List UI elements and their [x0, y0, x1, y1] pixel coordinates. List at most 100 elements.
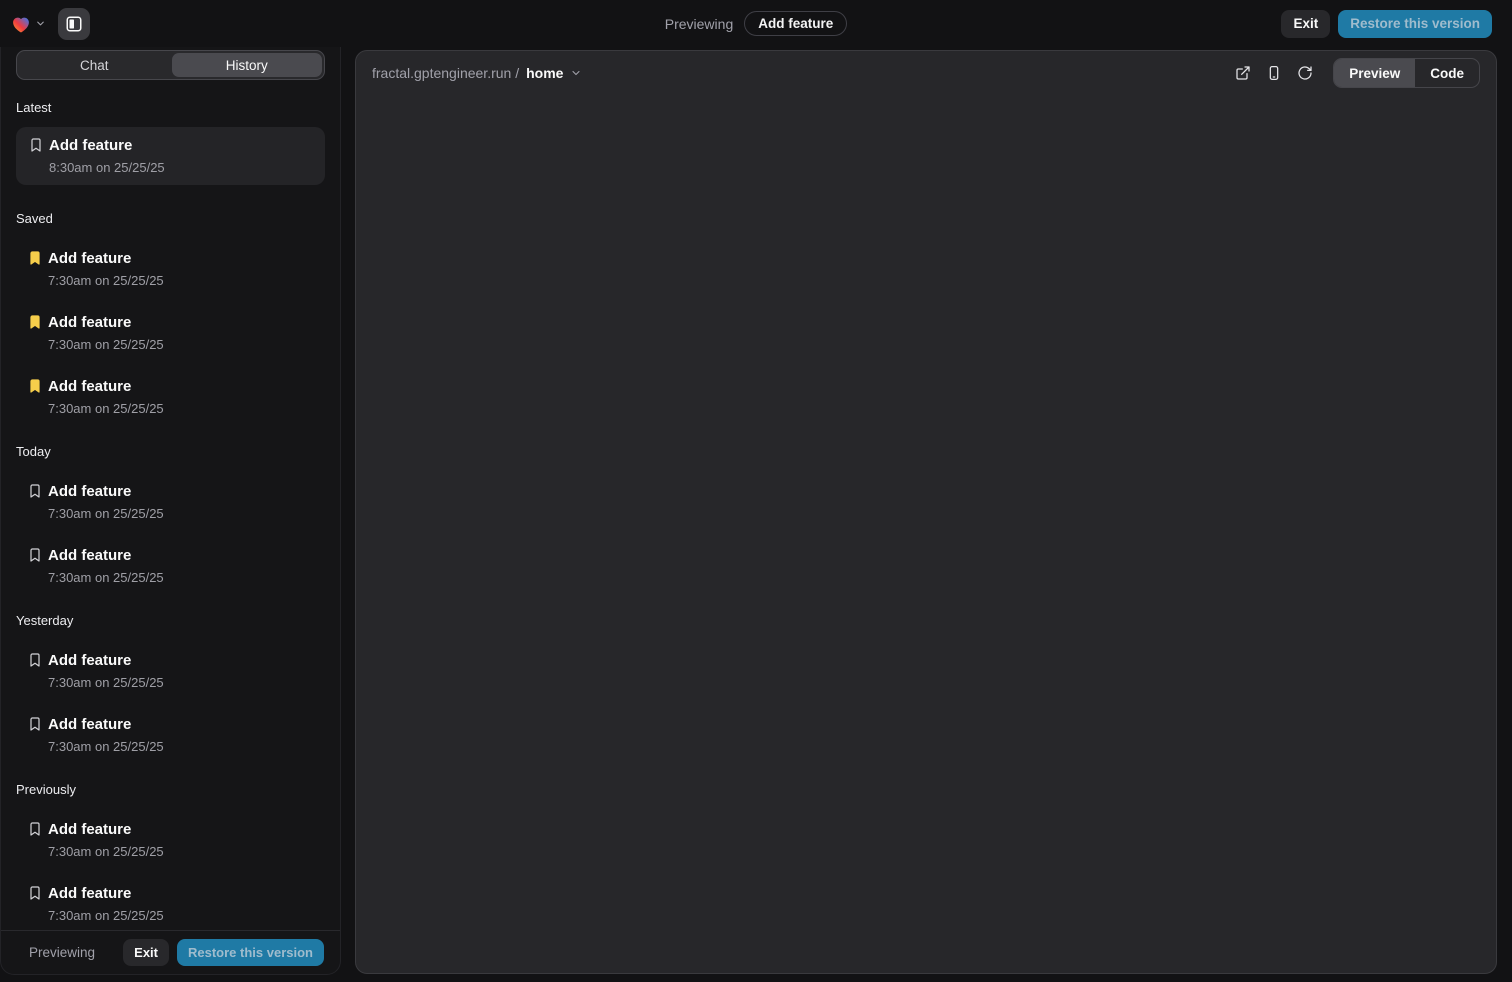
version-title: Add feature [48, 376, 164, 397]
external-link-icon [1235, 65, 1251, 81]
chevron-down-icon [570, 67, 582, 79]
version-timestamp: 7:30am on 25/25/25 [48, 272, 164, 290]
footer-restore-version-button[interactable]: Restore this version [177, 939, 324, 966]
version-timestamp: 7:30am on 25/25/25 [48, 738, 164, 756]
bookmark-icon [27, 652, 43, 668]
version-item[interactable]: Add feature 8:30am on 25/25/25 [16, 127, 325, 185]
history-section: Today Add feature 7:30am on 25/25/25 Add… [16, 444, 325, 587]
footer-previewing-label: Previewing [29, 945, 95, 960]
toggle-sidebar-button[interactable] [58, 8, 90, 40]
history-section: Latest Add feature 8:30am on 25/25/25 [16, 100, 325, 185]
panel-left-icon [65, 15, 83, 33]
version-item-text: Add feature 7:30am on 25/25/25 [48, 714, 164, 756]
bookmark-icon [27, 716, 43, 732]
version-history-list: Latest Add feature 8:30am on 25/25/25 Sa… [1, 80, 340, 930]
version-item[interactable]: Add feature 7:30am on 25/25/25 [16, 312, 325, 354]
history-section-items: Add feature 7:30am on 25/25/25 Add featu… [16, 819, 325, 925]
url-page: home [526, 65, 563, 81]
bookmark-icon [27, 378, 43, 394]
version-title: Add feature [49, 135, 165, 156]
version-item-text: Add feature 7:30am on 25/25/25 [48, 376, 164, 418]
history-section: Saved Add feature 7:30am on 25/25/25 Add… [16, 211, 325, 418]
version-item-text: Add feature 7:30am on 25/25/25 [48, 545, 164, 587]
url-domain: fractal.gptengineer.run / [372, 65, 519, 81]
previewing-label: Previewing [665, 16, 733, 32]
top-bar: Previewing Add feature Exit Restore this… [0, 0, 1512, 47]
version-timestamp: 7:30am on 25/25/25 [48, 505, 164, 523]
version-item[interactable]: Add feature 7:30am on 25/25/25 [16, 545, 325, 587]
version-title: Add feature [48, 248, 164, 269]
version-timestamp: 7:30am on 25/25/25 [48, 400, 164, 418]
mobile-view-button[interactable] [1265, 64, 1283, 82]
history-section-items: Add feature 7:30am on 25/25/25 Add featu… [16, 248, 325, 418]
history-sidebar: Chat History Latest Add feature 8:30am o… [0, 47, 341, 975]
bookmark-icon [27, 483, 43, 499]
url-route-selector[interactable]: fractal.gptengineer.run / home [372, 65, 582, 81]
restore-version-button[interactable]: Restore this version [1338, 10, 1492, 38]
bookmark-icon [27, 314, 43, 330]
version-timestamp: 7:30am on 25/25/25 [48, 843, 164, 861]
exit-button[interactable]: Exit [1281, 10, 1330, 38]
footer-exit-button[interactable]: Exit [123, 939, 169, 966]
version-timestamp: 7:30am on 25/25/25 [48, 907, 164, 925]
version-timestamp: 8:30am on 25/25/25 [49, 159, 165, 177]
version-timestamp: 7:30am on 25/25/25 [48, 569, 164, 587]
history-section-title: Latest [16, 100, 325, 115]
bookmark-icon [27, 885, 43, 901]
version-title: Add feature [48, 819, 164, 840]
smartphone-icon [1266, 65, 1282, 81]
history-section-items: Add feature 8:30am on 25/25/25 [16, 127, 325, 185]
history-section: Yesterday Add feature 7:30am on 25/25/25… [16, 613, 325, 756]
refresh-preview-button[interactable] [1296, 64, 1314, 82]
version-title: Add feature [48, 714, 164, 735]
bookmark-icon [27, 821, 43, 837]
history-section-title: Saved [16, 211, 325, 226]
preview-panel: fractal.gptengineer.run / home [355, 50, 1497, 974]
version-title: Add feature [48, 650, 164, 671]
version-item[interactable]: Add feature 7:30am on 25/25/25 [16, 650, 325, 692]
bookmark-icon [27, 250, 43, 266]
history-section-title: Today [16, 444, 325, 459]
version-item-text: Add feature 7:30am on 25/25/25 [48, 883, 164, 925]
version-title: Add feature [48, 481, 164, 502]
version-item-text: Add feature 7:30am on 25/25/25 [48, 481, 164, 523]
sidebar-tabs: Chat History [16, 50, 325, 80]
version-title: Add feature [48, 883, 164, 904]
version-item-text: Add feature 7:30am on 25/25/25 [48, 819, 164, 861]
app-logo-menu[interactable] [10, 13, 46, 35]
open-in-new-tab-button[interactable] [1234, 64, 1252, 82]
version-item[interactable]: Add feature 7:30am on 25/25/25 [16, 248, 325, 290]
heart-logo-icon [10, 13, 32, 35]
version-item-text: Add feature 7:30am on 25/25/25 [48, 650, 164, 692]
preview-viewport[interactable] [356, 95, 1496, 973]
version-title: Add feature [48, 312, 164, 333]
bookmark-icon [28, 137, 44, 153]
topbar-left [10, 0, 90, 47]
history-section-items: Add feature 7:30am on 25/25/25 Add featu… [16, 650, 325, 756]
version-item-text: Add feature 8:30am on 25/25/25 [49, 135, 165, 177]
tab-history[interactable]: History [172, 53, 323, 77]
version-timestamp: 7:30am on 25/25/25 [48, 336, 164, 354]
version-item[interactable]: Add feature 7:30am on 25/25/25 [16, 883, 325, 925]
version-item[interactable]: Add feature 7:30am on 25/25/25 [16, 376, 325, 418]
version-title: Add feature [48, 545, 164, 566]
topbar-right: Exit Restore this version [1281, 0, 1492, 47]
refresh-icon [1297, 65, 1313, 81]
version-item[interactable]: Add feature 7:30am on 25/25/25 [16, 819, 325, 861]
tab-preview[interactable]: Preview [1334, 59, 1415, 87]
version-item[interactable]: Add feature 7:30am on 25/25/25 [16, 714, 325, 756]
version-item[interactable]: Add feature 7:30am on 25/25/25 [16, 481, 325, 523]
history-section: Previously Add feature 7:30am on 25/25/2… [16, 782, 325, 925]
version-timestamp: 7:30am on 25/25/25 [48, 674, 164, 692]
version-item-text: Add feature 7:30am on 25/25/25 [48, 312, 164, 354]
tab-code[interactable]: Code [1415, 59, 1479, 87]
chevron-down-icon [35, 18, 46, 29]
version-item-text: Add feature 7:30am on 25/25/25 [48, 248, 164, 290]
history-section-title: Previously [16, 782, 325, 797]
preview-header: fractal.gptengineer.run / home [356, 51, 1496, 95]
history-section-items: Add feature 7:30am on 25/25/25 Add featu… [16, 481, 325, 587]
tab-chat[interactable]: Chat [19, 53, 170, 77]
version-badge[interactable]: Add feature [744, 11, 847, 36]
sidebar-footer: Previewing Exit Restore this version [1, 930, 340, 974]
preview-header-actions: Preview Code [1234, 58, 1480, 88]
